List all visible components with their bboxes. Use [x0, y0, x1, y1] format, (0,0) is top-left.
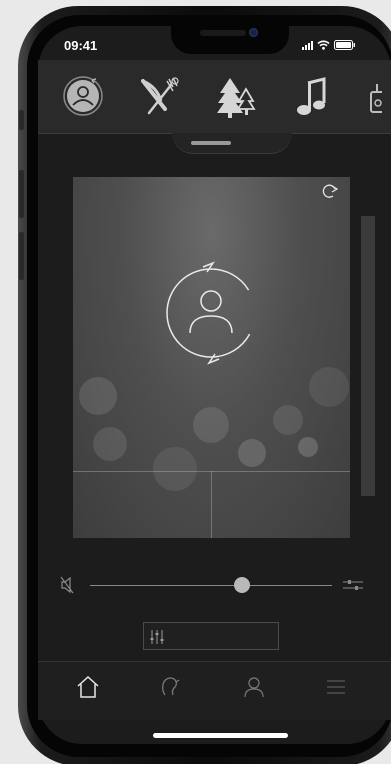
pine-trees-icon	[217, 78, 256, 118]
wifi-icon	[317, 40, 330, 50]
drawer-handle[interactable]	[191, 141, 231, 145]
music-note-icon	[297, 77, 326, 115]
profile-sync-icon	[63, 76, 103, 116]
home-icon	[77, 675, 99, 698]
next-card-preview[interactable]	[361, 216, 375, 496]
nav-hearing[interactable]	[156, 673, 184, 701]
bokeh-light	[309, 367, 349, 407]
menu-icon	[327, 680, 345, 694]
card-divider	[211, 471, 212, 538]
adjust-icon[interactable]	[343, 579, 363, 591]
notch	[171, 24, 289, 54]
front-camera	[249, 28, 258, 37]
knife-fork-icon	[141, 77, 179, 115]
bokeh-light	[193, 407, 229, 443]
bokeh-light	[93, 427, 127, 461]
side-button	[19, 170, 24, 218]
bokeh-light	[273, 405, 303, 435]
bokeh-light	[153, 447, 197, 491]
category-nature[interactable]	[214, 75, 258, 119]
home-indicator[interactable]	[153, 733, 288, 738]
drawer-tab[interactable]	[172, 133, 292, 154]
side-button	[19, 110, 24, 130]
scene-card[interactable]	[73, 177, 350, 538]
equalizer-button[interactable]	[143, 622, 279, 650]
category-food[interactable]	[137, 75, 183, 119]
battery-icon	[334, 40, 356, 50]
app-screenshot: 09:41	[0, 0, 391, 764]
category-profile[interactable]	[62, 75, 104, 117]
category-more[interactable]	[368, 80, 382, 116]
nav-menu[interactable]	[322, 673, 350, 701]
more-category-icon	[370, 84, 382, 113]
bokeh-light	[79, 377, 117, 415]
status-icons	[302, 40, 356, 50]
nav-profile[interactable]	[240, 673, 268, 701]
equalizer-icon	[150, 630, 164, 644]
nav-home[interactable]	[74, 673, 102, 701]
bokeh-light	[298, 437, 318, 457]
redo-arrow-icon[interactable]	[319, 183, 341, 199]
user-icon	[244, 677, 264, 698]
speaker-muted-icon[interactable]	[60, 576, 74, 594]
profile-sync-icon	[166, 261, 256, 365]
volume-slider[interactable]	[90, 585, 332, 586]
status-time: 09:41	[64, 38, 98, 53]
side-button	[19, 232, 24, 280]
signal-icon	[302, 40, 313, 50]
bokeh-light	[238, 439, 266, 467]
category-music[interactable]	[294, 77, 330, 117]
earpiece	[200, 30, 246, 36]
hearing-icon	[162, 677, 180, 696]
